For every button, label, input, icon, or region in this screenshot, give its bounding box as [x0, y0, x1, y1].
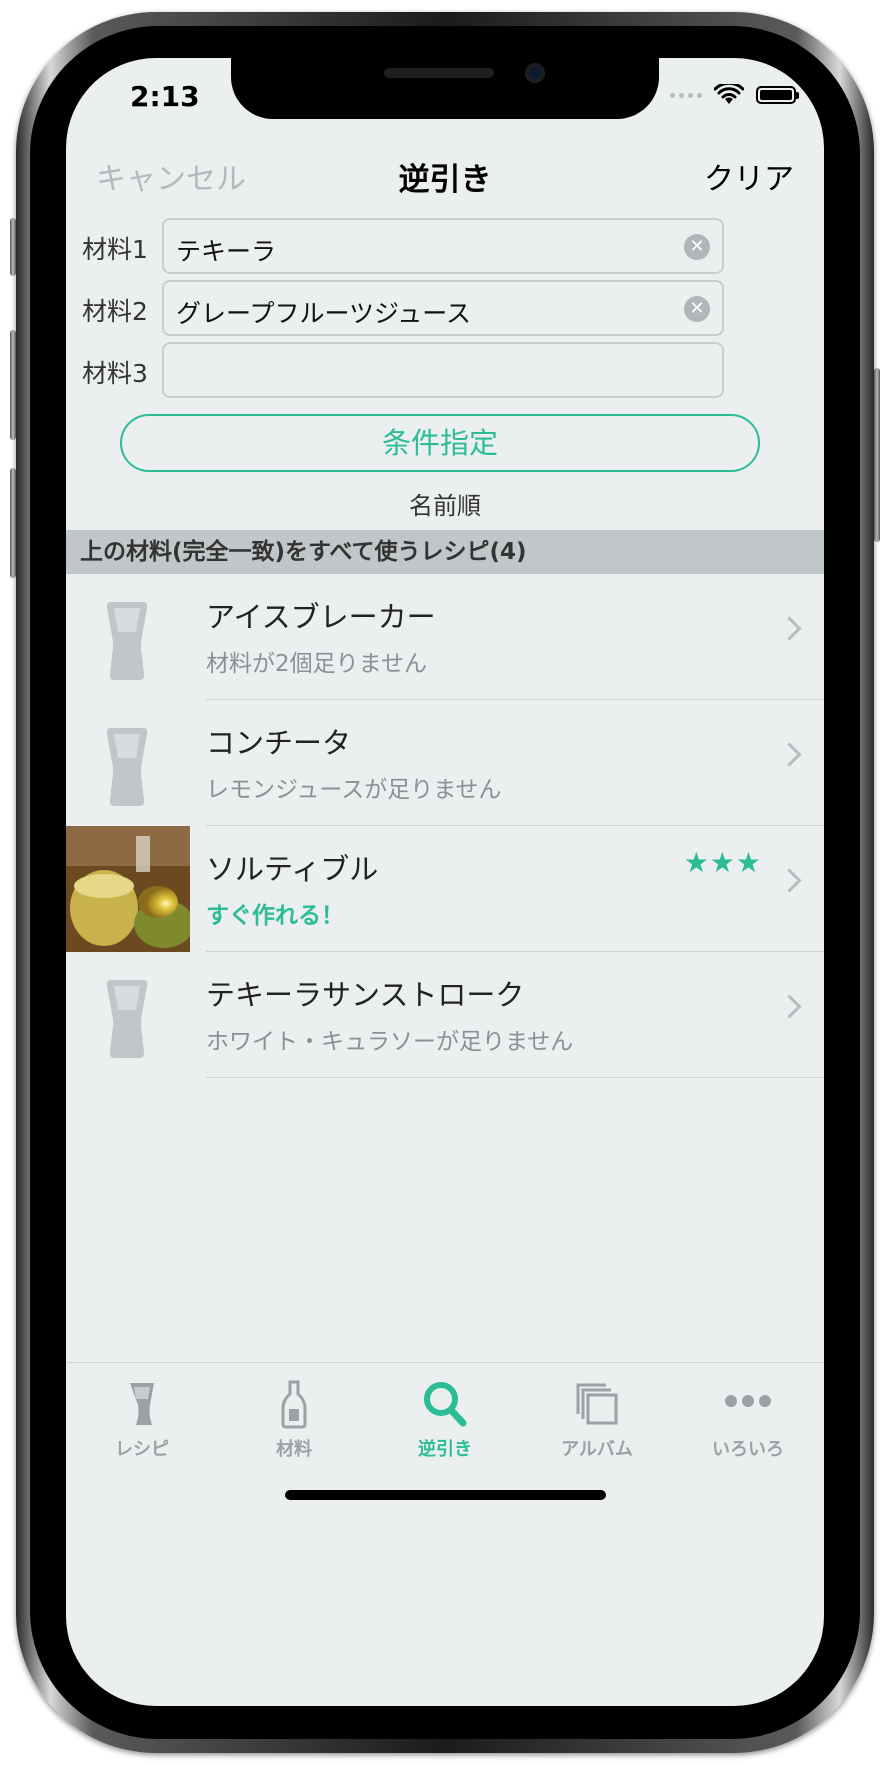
rating-stars: ★★★ — [683, 846, 762, 879]
recipe-status: ホワイト・キュラソーが足りません — [206, 1029, 574, 1055]
recipe-status: すぐ作れる！ — [206, 903, 344, 929]
cancel-button[interactable]: キャンセル — [96, 154, 246, 198]
clear-text-icon[interactable]: ✕ — [684, 296, 710, 322]
glass-placeholder-icon — [106, 602, 148, 680]
tab-label: レシピ — [115, 1439, 169, 1460]
home-indicator[interactable] — [285, 1490, 606, 1500]
recipe-status: 材料が2個足りません — [206, 651, 427, 677]
chevron-right-icon — [777, 742, 802, 767]
recipe-name: テキーラサンストローク — [206, 978, 525, 1012]
recipe-row[interactable]: テキーラサンストローク ホワイト・キュラソーが足りません — [66, 952, 824, 1078]
ingredient-value: テキーラ — [176, 237, 277, 266]
power-button — [874, 368, 880, 542]
tab-album[interactable]: アルバム — [521, 1373, 673, 1463]
tab-recipe[interactable]: レシピ — [66, 1373, 218, 1463]
search-icon — [424, 1382, 467, 1427]
chevron-right-icon — [777, 616, 802, 641]
ingredient-label: 材料3 — [82, 359, 148, 388]
volume-down-button — [10, 468, 16, 578]
status-indicators — [670, 84, 799, 106]
clear-text-icon[interactable]: ✕ — [684, 234, 710, 260]
section-header: 上の材料(完全一致)をすべて使うレシピ(4) — [66, 530, 824, 574]
recipe-row[interactable]: ソルティブル ★★★ すぐ作れる！ — [66, 826, 824, 952]
sort-order-label[interactable]: 名前順 — [66, 486, 824, 521]
more-icon — [725, 1395, 771, 1407]
ingredient-label: 材料2 — [82, 297, 148, 326]
wifi-icon — [714, 84, 744, 104]
status-time: 2:13 — [130, 80, 200, 113]
tab-label: 逆引き — [418, 1439, 472, 1460]
navigation-bar: キャンセル 逆引き クリア — [66, 154, 824, 198]
cocktail-photo — [66, 826, 190, 952]
battery-icon — [756, 86, 799, 104]
tab-more[interactable]: いろいろ — [672, 1373, 824, 1463]
bottle-icon — [281, 1380, 307, 1429]
ingredient-row-3: 材料3 — [66, 342, 824, 398]
ingredient-row-2: 材料2 グレープフルーツジュース ✕ — [66, 280, 824, 336]
chevron-right-icon — [777, 868, 802, 893]
ingredient-1-field[interactable]: テキーラ ✕ — [162, 218, 724, 274]
recipe-status: レモンジュースが足りません — [206, 777, 502, 803]
front-camera — [525, 63, 545, 83]
tab-reverse-search[interactable]: 逆引き — [369, 1373, 521, 1463]
app-screen: 2:13 キャンセル 逆引き クリア 材料1 テキーラ ✕ 材料2 グレープフル… — [66, 58, 824, 1706]
ingredient-row-1: 材料1 テキーラ ✕ — [66, 218, 824, 274]
chevron-right-icon — [777, 994, 802, 1019]
recipe-name: コンチータ — [206, 726, 352, 760]
volume-up-button — [10, 330, 16, 440]
ingredient-3-field[interactable] — [162, 342, 724, 398]
recipe-row[interactable]: アイスブレーカー 材料が2個足りません — [66, 574, 824, 700]
glass-placeholder-icon — [106, 728, 148, 806]
recipe-name: アイスブレーカー — [206, 600, 436, 634]
ingredient-2-field[interactable]: グレープフルーツジュース ✕ — [162, 280, 724, 336]
album-icon — [576, 1383, 618, 1425]
tab-label: 材料 — [276, 1439, 312, 1460]
speaker — [384, 68, 494, 78]
ingredient-label: 材料1 — [82, 235, 148, 264]
cellular-signal-icon — [670, 92, 702, 98]
recipe-row[interactable]: コンチータ レモンジュースが足りません — [66, 700, 824, 826]
tab-label: いろいろ — [712, 1439, 784, 1460]
clear-button[interactable]: クリア — [704, 154, 794, 198]
tab-ingredients[interactable]: 材料 — [218, 1373, 370, 1463]
tab-bar: レシピ 材料 逆引き アルバム いろいろ — [66, 1362, 824, 1509]
notch — [231, 58, 659, 119]
silent-switch — [10, 218, 16, 276]
row-divider — [206, 1077, 824, 1078]
ingredient-value: グレープフルーツジュース — [176, 299, 472, 328]
condition-button[interactable]: 条件指定 — [120, 414, 760, 472]
recipe-name: ソルティブル — [206, 852, 379, 886]
tab-label: アルバム — [561, 1439, 633, 1460]
glass-icon — [130, 1383, 154, 1425]
glass-placeholder-icon — [106, 980, 148, 1058]
